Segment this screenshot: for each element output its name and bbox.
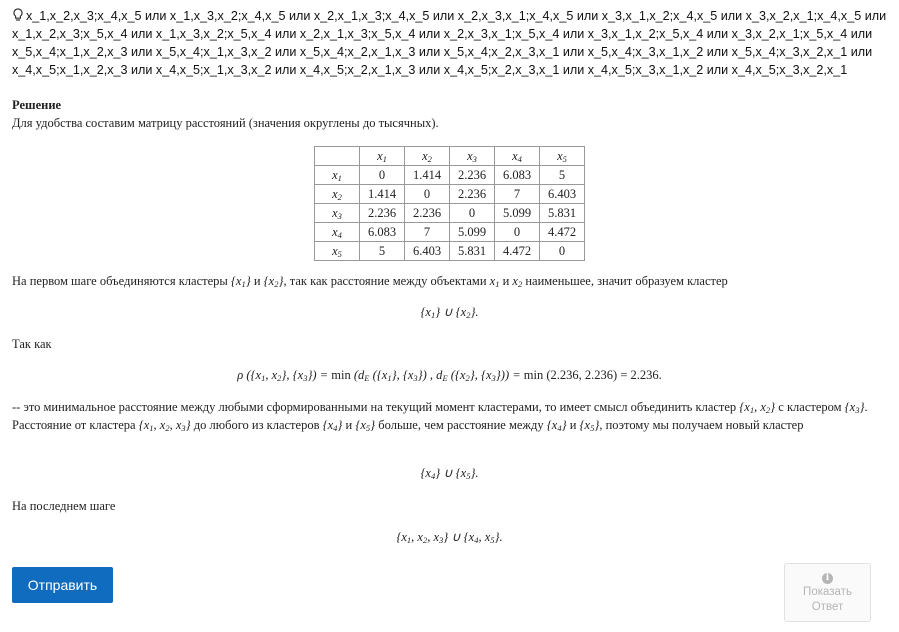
table-cell: 4.472 bbox=[539, 222, 585, 242]
column-header: x3 bbox=[449, 146, 495, 166]
formula-cluster-1: {x1} ∪ {x2}. bbox=[420, 305, 479, 320]
table-cell: 5.099 bbox=[494, 203, 540, 223]
distance-table: x1 x2 x3 x4 x5 x1 0 1.414 2.236 6.083 5 … bbox=[314, 146, 585, 261]
table-cell: 7 bbox=[404, 222, 450, 242]
table-cell: 2.236 bbox=[404, 203, 450, 223]
column-header: x5 bbox=[539, 146, 585, 166]
row-header: x2 bbox=[314, 184, 360, 204]
table-row: x5 5 6.403 5.831 4.472 0 bbox=[314, 241, 585, 261]
table-row: x3 2.236 2.236 0 5.099 5.831 bbox=[314, 203, 585, 223]
table-cell: 1.414 bbox=[404, 165, 450, 185]
so-since-text: Так как bbox=[12, 337, 52, 351]
submit-button[interactable]: Отправить bbox=[12, 567, 113, 603]
table-row: x2 1.414 0 2.236 7 6.403 bbox=[314, 184, 585, 204]
table-cell: 0 bbox=[449, 203, 495, 223]
table-cell: 6.403 bbox=[539, 184, 585, 204]
show-answer-label-2: Ответ bbox=[811, 601, 844, 613]
table-cell: 5.831 bbox=[449, 241, 495, 261]
table-cell: 7 bbox=[494, 184, 540, 204]
last-step-text: На последнем шаге bbox=[12, 499, 116, 513]
answer-line: x_1,x_2,x_3;x_4,x_5 или x_1,x_3,x_2;x_4,… bbox=[12, 7, 892, 79]
info-icon: i bbox=[822, 573, 833, 584]
solution-intro: Для удобства составим матрицу расстояний… bbox=[12, 116, 439, 130]
formula-cluster-final: {x1, x2, x3} ∪ {x4, x5}. bbox=[396, 530, 503, 545]
show-answer-label-1: Показать bbox=[803, 586, 852, 598]
column-header: x2 bbox=[404, 146, 450, 166]
distance-table-wrap: x1 x2 x3 x4 x5 x1 0 1.414 2.236 6.083 5 … bbox=[12, 146, 887, 261]
row-header: x3 bbox=[314, 203, 360, 223]
table-cell: 6.083 bbox=[494, 165, 540, 185]
formula-rho: ρ ({x1, x2}, {x3}) = min (dE ({x1}, {x3}… bbox=[237, 368, 662, 383]
step2-text: -- это минимальное расстояние между любы… bbox=[12, 400, 868, 433]
table-cell: 5.099 bbox=[449, 222, 495, 242]
show-answer-button[interactable]: i Показать Ответ bbox=[784, 563, 871, 622]
table-cell: 5.831 bbox=[539, 203, 585, 223]
table-cell: 0 bbox=[494, 222, 540, 242]
table-cell: 2.236 bbox=[359, 203, 405, 223]
table-cell: 0 bbox=[359, 165, 405, 185]
answer-text: x_1,x_2,x_3;x_4,x_5 или x_1,x_3,x_2;x_4,… bbox=[12, 9, 887, 77]
row-header: x1 bbox=[314, 165, 360, 185]
lightbulb-icon bbox=[13, 8, 23, 21]
table-row: x4 6.083 7 5.099 0 4.472 bbox=[314, 222, 585, 242]
formula-cluster-2: {x4} ∪ {x5}. bbox=[420, 466, 479, 481]
table-cell: 2.236 bbox=[449, 165, 495, 185]
row-header: x4 bbox=[314, 222, 360, 242]
solution-heading: Решение bbox=[12, 98, 62, 112]
table-cell: 0 bbox=[539, 241, 585, 261]
table-cell: 2.236 bbox=[449, 184, 495, 204]
table-cell: 6.403 bbox=[404, 241, 450, 261]
table-row: x1 0 1.414 2.236 6.083 5 bbox=[314, 165, 585, 185]
step1-text: На первом шаге объединяются кластеры {x1… bbox=[12, 274, 728, 289]
table-cell: 6.083 bbox=[359, 222, 405, 242]
table-cell: 1.414 bbox=[359, 184, 405, 204]
table-cell: 5 bbox=[539, 165, 585, 185]
row-header: x5 bbox=[314, 241, 360, 261]
column-header: x4 bbox=[494, 146, 540, 166]
table-header-row: x1 x2 x3 x4 x5 bbox=[314, 146, 585, 166]
table-cell: 0 bbox=[404, 184, 450, 204]
column-header: x1 bbox=[359, 146, 405, 166]
table-cell: 4.472 bbox=[494, 241, 540, 261]
table-cell: 5 bbox=[359, 241, 405, 261]
